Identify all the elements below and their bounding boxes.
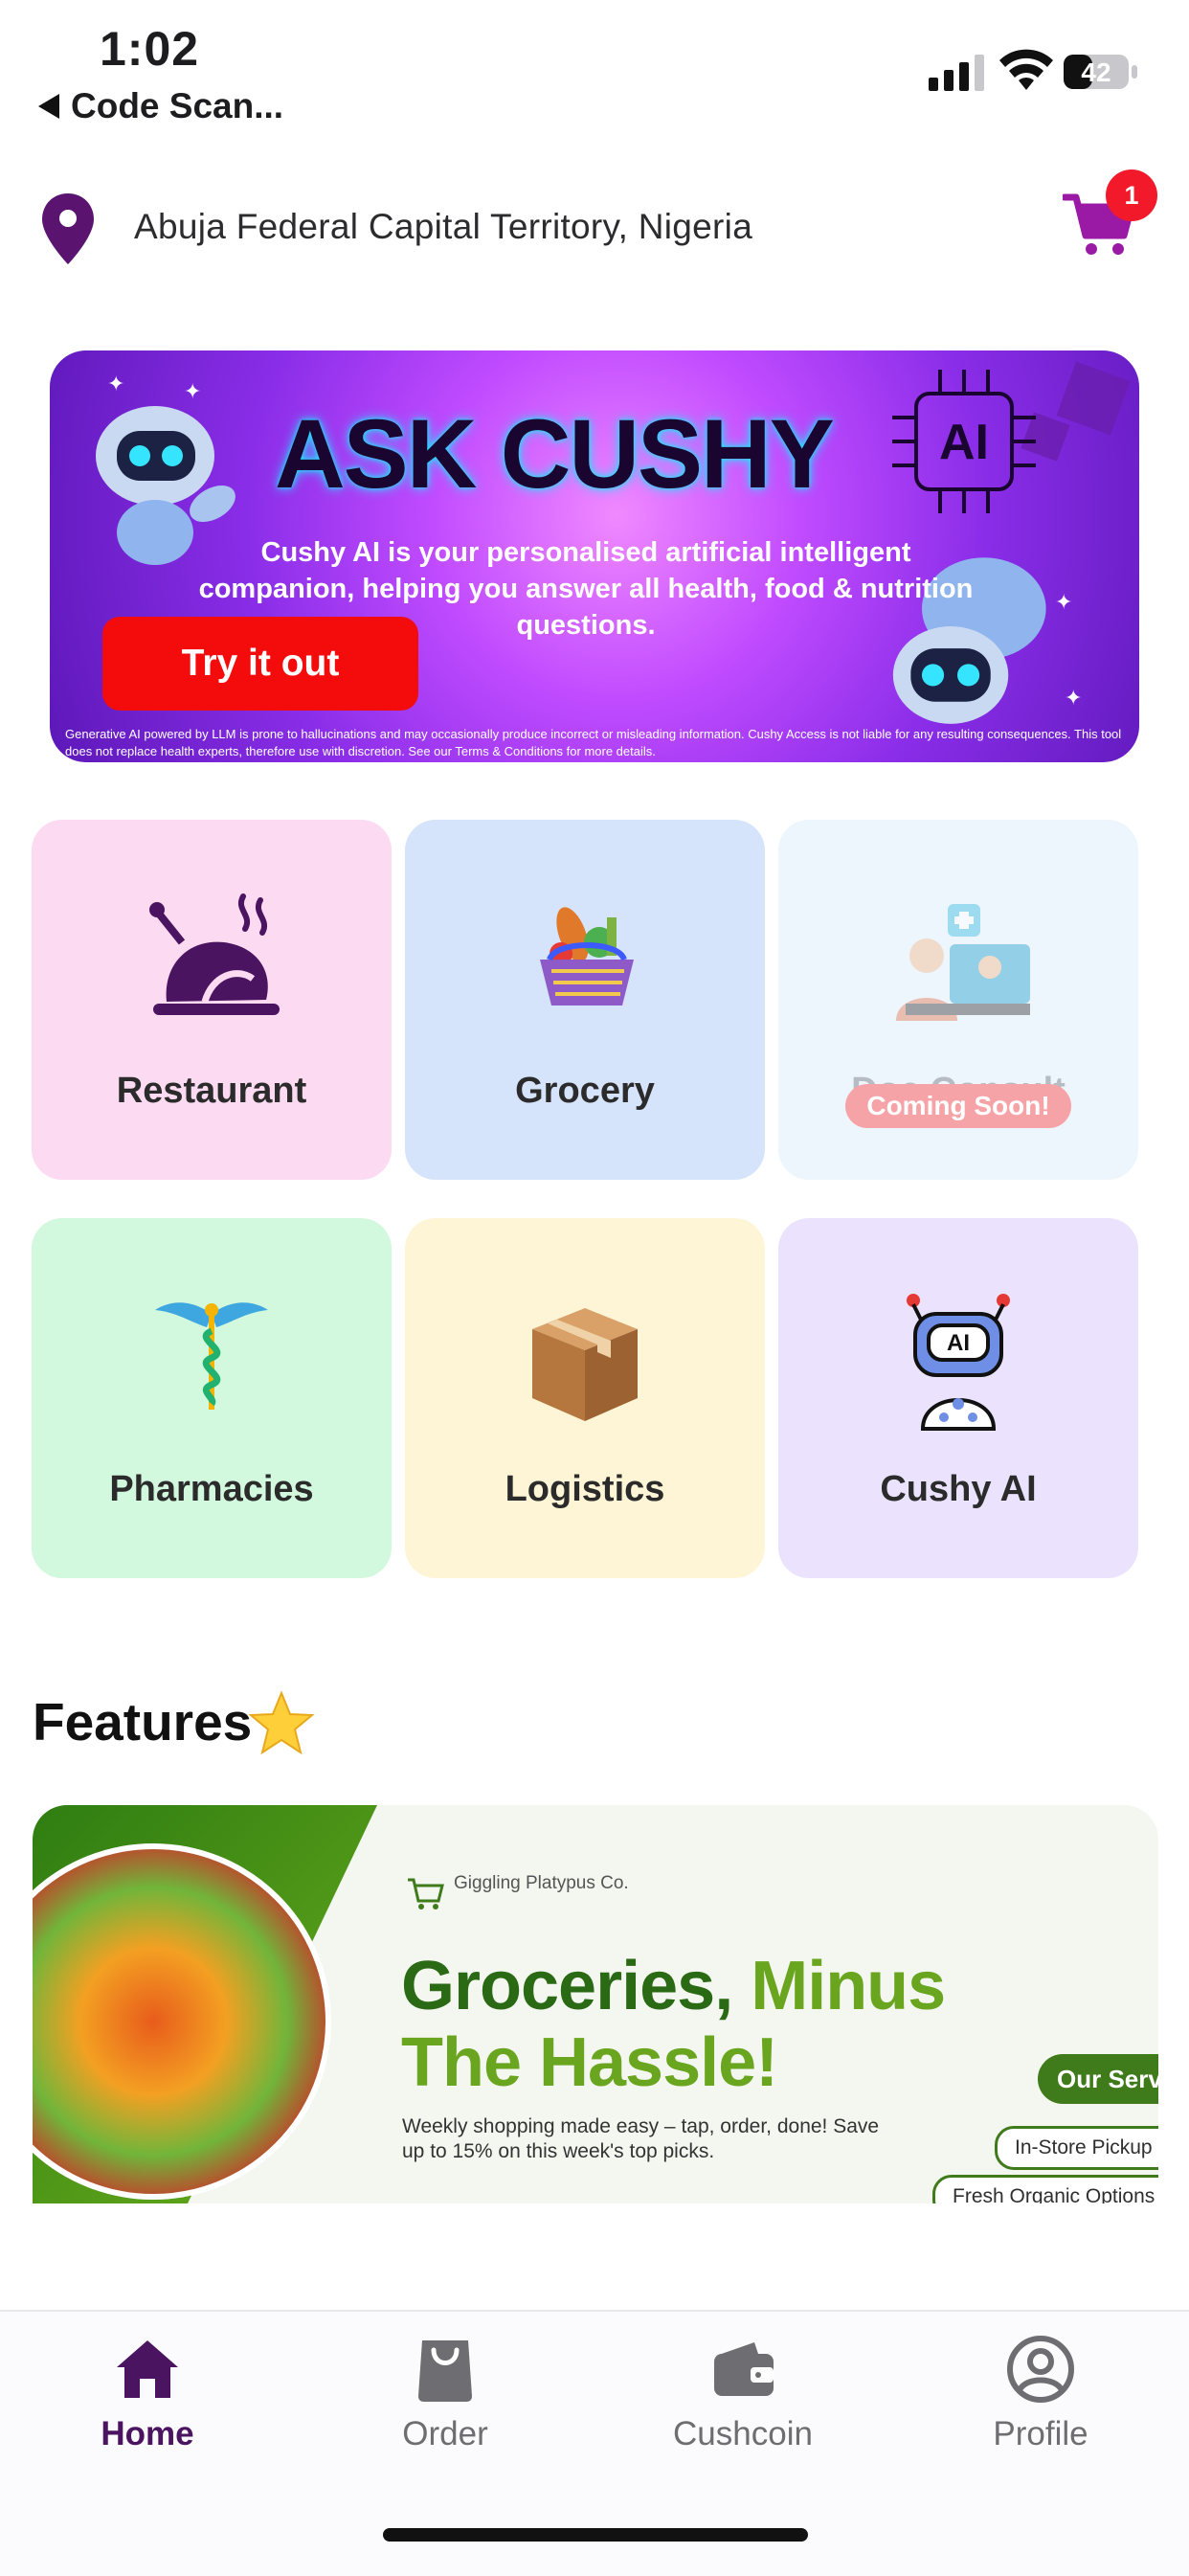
profile-icon bbox=[1007, 2336, 1074, 2403]
battery-icon: 42 bbox=[1064, 55, 1137, 89]
promo-headline-line1: Groceries, Minus bbox=[401, 1947, 946, 2025]
features-promo-card[interactable]: Giggling Platypus Co. Groceries, Minus T… bbox=[33, 1805, 1158, 2203]
roast-chicken-icon bbox=[149, 893, 280, 1015]
banner-title: ASK CUSHY bbox=[275, 399, 835, 508]
tab-cushcoin[interactable]: Cushcoin bbox=[638, 2333, 848, 2453]
promo-pickup-pill: In-Store Pickup bbox=[995, 2126, 1158, 2170]
back-to-app-button[interactable]: Code Scan... bbox=[38, 86, 283, 126]
cellular-signal-icon bbox=[929, 53, 984, 91]
promo-subtext: Weekly shopping made easy – tap, order, … bbox=[402, 2115, 880, 2162]
bag-icon bbox=[418, 2340, 472, 2402]
caduceus-icon bbox=[155, 1302, 268, 1410]
tab-label: Order bbox=[402, 2415, 488, 2452]
service-label: Logistics bbox=[505, 1469, 665, 1509]
service-label: Restaurant bbox=[116, 1071, 307, 1111]
package-box-icon bbox=[532, 1308, 638, 1421]
promo-brand: Giggling Platypus Co. bbox=[454, 1873, 629, 1893]
location-pin-icon[interactable] bbox=[38, 192, 98, 268]
try-it-out-button[interactable]: Try it out bbox=[102, 617, 418, 711]
service-label: Cushy AI bbox=[880, 1469, 1037, 1509]
home-indicator bbox=[383, 2528, 808, 2542]
features-heading: Features bbox=[33, 1692, 253, 1751]
ai-robot-icon: AI bbox=[907, 1294, 1010, 1431]
service-tile-pharmacies[interactable]: Pharmacies bbox=[32, 1218, 392, 1578]
svg-text:AI: AI bbox=[947, 1330, 970, 1356]
brand-cart-icon bbox=[408, 1878, 444, 1909]
promo-headline-part: Minus bbox=[751, 1948, 946, 2024]
tab-label: Profile bbox=[993, 2415, 1088, 2452]
ai-chip-icon: AI bbox=[892, 370, 1036, 513]
status-time: 1:02 bbox=[100, 22, 200, 76]
promo-organic-pill: Fresh Organic Options bbox=[932, 2175, 1158, 2203]
wallet-icon bbox=[714, 2342, 774, 2396]
back-label: Code Scan... bbox=[71, 86, 284, 125]
tab-profile[interactable]: Profile bbox=[935, 2333, 1146, 2453]
back-triangle-icon bbox=[38, 94, 59, 119]
service-tile-grocery[interactable]: Grocery bbox=[405, 820, 765, 1180]
ai-chip-label: AI bbox=[939, 415, 989, 470]
service-tile-logistics[interactable]: Logistics bbox=[405, 1218, 765, 1578]
ask-cushy-banner[interactable]: ✦ ✦ ✦ ✦ ASK CUSHY AI Cushy AI is your pe… bbox=[50, 350, 1139, 762]
wifi-icon bbox=[999, 49, 1053, 90]
coming-soon-badge: Coming Soon! bbox=[845, 1084, 1071, 1128]
tab-order[interactable]: Order bbox=[340, 2333, 550, 2453]
promo-headline-part: Groceries, bbox=[401, 1948, 733, 2024]
battery-level: 42 bbox=[1081, 57, 1110, 87]
cart-count-badge: 1 bbox=[1106, 169, 1157, 221]
tab-label: Home bbox=[101, 2415, 194, 2452]
grocery-basket-icon bbox=[540, 907, 634, 1006]
promo-services-pill: Our Serv bbox=[1038, 2054, 1158, 2104]
tab-home[interactable]: Home bbox=[42, 2333, 253, 2453]
delivery-location[interactable]: Abuja Federal Capital Territory, Nigeria bbox=[134, 207, 752, 247]
ai-disclaimer: Generative AI powered by LLM is prone to… bbox=[65, 727, 1122, 758]
home-icon bbox=[117, 2340, 178, 2398]
service-tile-restaurant[interactable]: Restaurant bbox=[32, 820, 392, 1180]
service-label: Grocery bbox=[515, 1071, 655, 1111]
tab-label: Cushcoin bbox=[673, 2415, 813, 2452]
promo-headline-line2: The Hassle! bbox=[401, 2024, 778, 2101]
doctor-consult-icon bbox=[896, 904, 1030, 1021]
service-tile-cushy-ai[interactable]: AI Cushy AI bbox=[778, 1218, 1138, 1578]
star-icon bbox=[248, 1690, 315, 1755]
service-label: Pharmacies bbox=[109, 1469, 314, 1509]
